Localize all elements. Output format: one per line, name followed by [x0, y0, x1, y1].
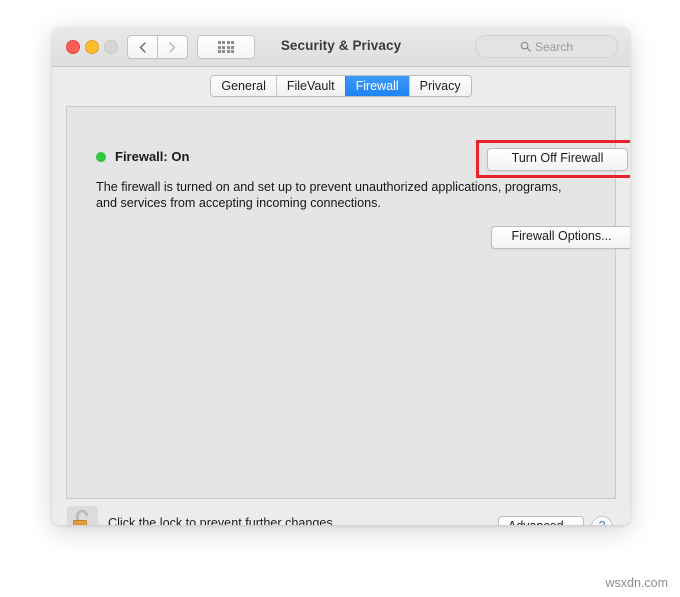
search-input[interactable]: Search — [475, 35, 618, 58]
watermark: wsxdn.com — [605, 576, 668, 590]
status-dot-icon — [96, 151, 106, 162]
search-placeholder: Search — [534, 39, 574, 54]
tab-filevault[interactable]: FileVault — [275, 76, 345, 96]
lock-instruction-text: Click the lock to prevent further change… — [108, 515, 337, 526]
firewall-options-button[interactable]: Firewall Options... — [491, 226, 630, 249]
security-privacy-window: Security & Privacy Search General FileVa… — [52, 27, 630, 525]
tab-group: General FileVault Firewall Privacy — [210, 75, 472, 97]
tab-firewall[interactable]: Firewall — [344, 76, 409, 96]
turn-off-firewall-highlight: Turn Off Firewall — [476, 140, 630, 178]
tab-privacy[interactable]: Privacy — [408, 76, 471, 96]
firewall-status-row: Firewall: On — [96, 149, 189, 164]
firewall-status-label: Firewall: On — [115, 149, 190, 164]
firewall-panel: Firewall: On Turn Off Firewall The firew… — [66, 106, 630, 499]
search-icon — [520, 41, 531, 52]
lock-area[interactable]: Click the lock to prevent further change… — [67, 506, 336, 525]
window-footer: Click the lock to prevent further change… — [52, 497, 630, 525]
tab-bar: General FileVault Firewall Privacy — [52, 67, 630, 105]
help-button[interactable]: ? — [591, 516, 613, 525]
tab-general[interactable]: General — [211, 76, 276, 96]
unlocked-padlock-icon[interactable] — [67, 506, 98, 525]
advanced-button[interactable]: Advanced... — [498, 516, 584, 525]
window-titlebar: Security & Privacy Search — [52, 27, 630, 67]
turn-off-firewall-button[interactable]: Turn Off Firewall — [487, 147, 628, 171]
firewall-description: The firewall is turned on and set up to … — [96, 180, 562, 210]
